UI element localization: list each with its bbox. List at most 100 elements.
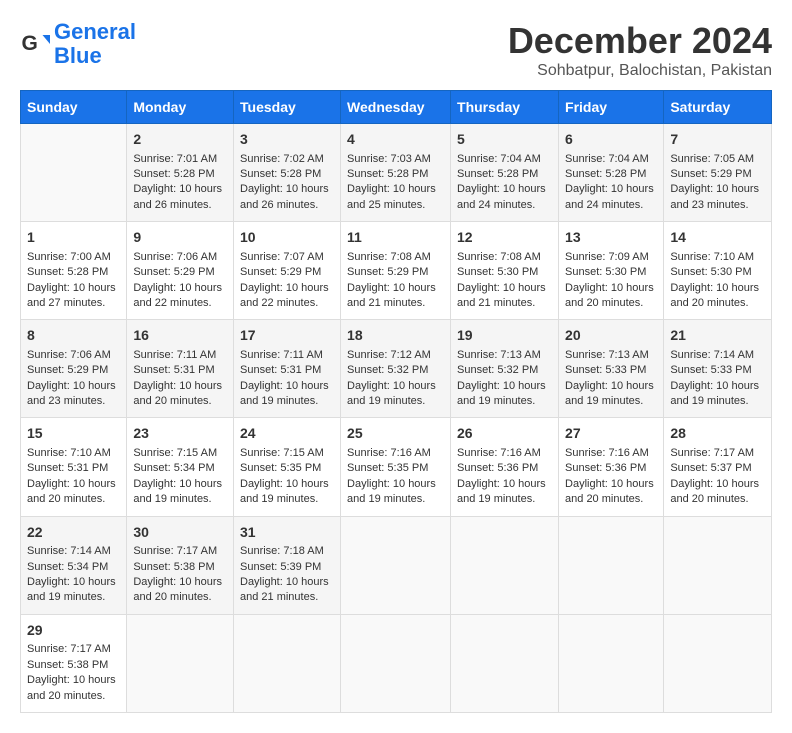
logo-text: General Blue [54,20,136,68]
day-info: and 23 minutes. [670,199,748,211]
day-info: and 20 minutes. [133,395,211,407]
day-info: and 25 minutes. [347,199,425,211]
day-info: and 20 minutes. [27,690,105,702]
day-info: and 19 minutes. [670,395,748,407]
calendar-cell: 10Sunrise: 7:07 AMSunset: 5:29 PMDayligh… [234,222,341,320]
day-number: 14 [670,228,765,248]
day-info: Sunrise: 7:03 AM [347,153,431,165]
day-info: and 20 minutes. [670,493,748,505]
day-info: Sunrise: 7:06 AM [133,251,217,263]
day-number: 20 [565,326,657,346]
calendar-cell [559,614,664,712]
day-info: and 19 minutes. [240,493,318,505]
location: Sohbatpur, Balochistan, Pakistan [508,62,772,80]
day-info: Daylight: 10 hours [240,183,329,195]
calendar-week-6: 29Sunrise: 7:17 AMSunset: 5:38 PMDayligh… [21,614,772,712]
page-header: G General Blue December 2024 Sohbatpur, … [20,20,772,80]
day-info: Daylight: 10 hours [670,183,759,195]
day-info: Sunset: 5:38 PM [133,561,214,573]
day-info: Sunset: 5:28 PM [457,168,538,180]
calendar-cell [664,614,772,712]
day-number: 12 [457,228,552,248]
day-info: Sunrise: 7:15 AM [133,447,217,459]
header-thursday: Thursday [451,91,559,124]
month-title: December 2024 [508,20,772,62]
day-info: Daylight: 10 hours [27,282,116,294]
day-info: Sunset: 5:33 PM [565,364,646,376]
calendar-cell: 22Sunrise: 7:14 AMSunset: 5:34 PMDayligh… [21,516,127,614]
day-number: 3 [240,130,334,150]
day-info: Sunset: 5:31 PM [133,364,214,376]
day-info: Daylight: 10 hours [133,183,222,195]
day-info: Sunset: 5:28 PM [27,266,108,278]
day-info: Sunset: 5:39 PM [240,561,321,573]
day-info: Sunrise: 7:05 AM [670,153,754,165]
day-info: Daylight: 10 hours [240,478,329,490]
day-number: 4 [347,130,444,150]
day-info: and 21 minutes. [240,591,318,603]
day-info: and 22 minutes. [133,297,211,309]
calendar-cell: 26Sunrise: 7:16 AMSunset: 5:36 PMDayligh… [451,418,559,516]
day-info: Sunrise: 7:01 AM [133,153,217,165]
day-info: Sunset: 5:28 PM [565,168,646,180]
day-info: Sunrise: 7:17 AM [670,447,754,459]
day-info: Daylight: 10 hours [27,674,116,686]
day-info: Daylight: 10 hours [240,282,329,294]
day-info: Daylight: 10 hours [457,478,546,490]
calendar-cell: 21Sunrise: 7:14 AMSunset: 5:33 PMDayligh… [664,320,772,418]
day-number: 23 [133,424,227,444]
calendar-cell: 27Sunrise: 7:16 AMSunset: 5:36 PMDayligh… [559,418,664,516]
day-info: Sunset: 5:37 PM [670,462,751,474]
calendar-cell: 6Sunrise: 7:04 AMSunset: 5:28 PMDaylight… [559,124,664,222]
calendar-cell: 23Sunrise: 7:15 AMSunset: 5:34 PMDayligh… [127,418,234,516]
day-info: Sunrise: 7:15 AM [240,447,324,459]
day-info: Sunrise: 7:11 AM [240,349,323,361]
calendar-cell: 11Sunrise: 7:08 AMSunset: 5:29 PMDayligh… [341,222,451,320]
day-number: 22 [27,523,120,543]
day-info: Sunrise: 7:09 AM [565,251,649,263]
day-number: 5 [457,130,552,150]
calendar-cell: 24Sunrise: 7:15 AMSunset: 5:35 PMDayligh… [234,418,341,516]
day-number: 10 [240,228,334,248]
day-info: Sunrise: 7:00 AM [27,251,111,263]
day-info: and 20 minutes. [133,591,211,603]
calendar-cell [341,516,451,614]
calendar-cell [451,614,559,712]
day-number: 13 [565,228,657,248]
day-info: Sunset: 5:29 PM [670,168,751,180]
day-info: Sunrise: 7:08 AM [457,251,541,263]
day-info: Sunrise: 7:04 AM [457,153,541,165]
day-info: and 20 minutes. [27,493,105,505]
day-info: Sunset: 5:28 PM [133,168,214,180]
calendar-cell: 8Sunrise: 7:06 AMSunset: 5:29 PMDaylight… [21,320,127,418]
day-number: 16 [133,326,227,346]
calendar-cell: 13Sunrise: 7:09 AMSunset: 5:30 PMDayligh… [559,222,664,320]
calendar-cell [341,614,451,712]
calendar-week-4: 15Sunrise: 7:10 AMSunset: 5:31 PMDayligh… [21,418,772,516]
title-block: December 2024 Sohbatpur, Balochistan, Pa… [508,20,772,80]
day-info: Sunset: 5:38 PM [27,659,108,671]
calendar-cell [21,124,127,222]
day-info: Sunset: 5:28 PM [240,168,321,180]
day-info: Sunset: 5:36 PM [565,462,646,474]
day-info: Sunset: 5:34 PM [133,462,214,474]
day-number: 6 [565,130,657,150]
day-info: Daylight: 10 hours [565,380,654,392]
day-info: and 20 minutes. [670,297,748,309]
day-info: Sunrise: 7:07 AM [240,251,324,263]
logo: G General Blue [20,20,136,68]
day-info: Sunrise: 7:12 AM [347,349,431,361]
day-info: Daylight: 10 hours [457,183,546,195]
day-number: 21 [670,326,765,346]
day-info: Sunset: 5:36 PM [457,462,538,474]
day-info: Sunset: 5:28 PM [347,168,428,180]
day-info: Daylight: 10 hours [347,282,436,294]
calendar-cell: 29Sunrise: 7:17 AMSunset: 5:38 PMDayligh… [21,614,127,712]
day-info: and 19 minutes. [347,395,425,407]
day-info: and 19 minutes. [457,395,535,407]
day-number: 1 [27,228,120,248]
calendar-cell: 14Sunrise: 7:10 AMSunset: 5:30 PMDayligh… [664,222,772,320]
day-info: Daylight: 10 hours [670,282,759,294]
day-info: Daylight: 10 hours [240,576,329,588]
day-info: and 19 minutes. [27,591,105,603]
